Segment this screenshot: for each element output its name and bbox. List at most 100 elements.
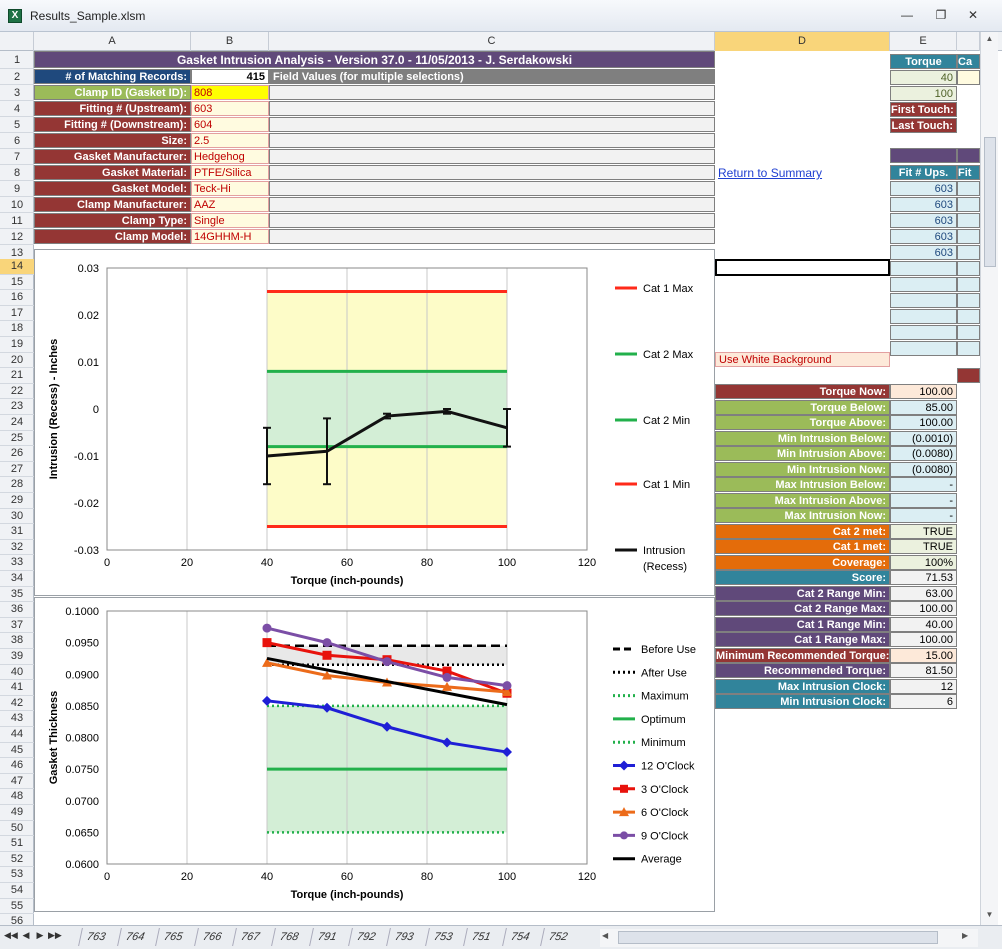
stat-value[interactable]: 71.53 bbox=[890, 570, 957, 585]
stat-value[interactable]: (0.0010) bbox=[890, 430, 957, 446]
field-value[interactable]: 2.5 bbox=[191, 133, 269, 148]
last-sheet-icon[interactable]: ▶▶ bbox=[48, 930, 62, 944]
field-value[interactable]: 14GHHM-H bbox=[191, 229, 269, 244]
row-header-40[interactable]: 40 bbox=[0, 665, 34, 681]
row-header-26[interactable]: 26 bbox=[0, 446, 34, 462]
row-header-37[interactable]: 37 bbox=[0, 618, 34, 634]
fit-ups-value[interactable]: 603 bbox=[890, 213, 957, 228]
row-header-53[interactable]: 53 bbox=[0, 867, 34, 883]
fit-value-2[interactable] bbox=[957, 213, 980, 228]
sheet-tab-768[interactable]: 768 bbox=[270, 928, 306, 946]
row-header-23[interactable]: 23 bbox=[0, 399, 34, 415]
fit-empty-2[interactable] bbox=[957, 293, 980, 308]
row-header-16[interactable]: 16 bbox=[0, 290, 34, 306]
sheet-tab-792[interactable]: 792 bbox=[347, 928, 383, 946]
row-header-48[interactable]: 48 bbox=[0, 789, 34, 805]
fit-ups-value[interactable]: 603 bbox=[890, 245, 957, 260]
fit-ups-value[interactable]: 603 bbox=[890, 229, 957, 244]
stat-value[interactable]: 15.00 bbox=[890, 647, 957, 663]
torque-min-value[interactable]: 40 bbox=[890, 70, 957, 85]
thickness-chart[interactable]: 0 20 40 60 80 100 120 0.1000 0.0950 0.0900 0.0850 0… bbox=[34, 597, 715, 912]
first-sheet-icon[interactable]: ◀◀ bbox=[4, 930, 18, 944]
stat-value[interactable]: 6 bbox=[890, 694, 957, 709]
scroll-right-icon[interactable]: ▶ bbox=[962, 931, 974, 943]
row-header-51[interactable]: 51 bbox=[0, 836, 34, 852]
row-header-10[interactable]: 10 bbox=[0, 197, 34, 213]
stat-value[interactable]: - bbox=[890, 508, 957, 523]
row-header-41[interactable]: 41 bbox=[0, 680, 34, 696]
field-multi-values[interactable] bbox=[269, 181, 715, 196]
sheet-tab-754[interactable]: 754 bbox=[501, 928, 537, 946]
row-header-8[interactable]: 8 bbox=[0, 165, 34, 181]
sheet-tab-766[interactable]: 766 bbox=[193, 928, 229, 946]
column-header-a[interactable]: A bbox=[34, 32, 191, 51]
horizontal-scrollbar[interactable]: ◀ ▶ bbox=[600, 929, 978, 947]
row-header-49[interactable]: 49 bbox=[0, 805, 34, 821]
field-value[interactable]: 603 bbox=[191, 101, 269, 116]
stat-value[interactable]: (0.0080) bbox=[890, 461, 957, 477]
extra-cell[interactable] bbox=[957, 70, 980, 85]
fit-ups-value[interactable]: 603 bbox=[890, 181, 957, 196]
sheet-tab-791[interactable]: 791 bbox=[309, 928, 345, 946]
column-header-b[interactable]: B bbox=[191, 32, 269, 51]
sheet-tab-793[interactable]: 793 bbox=[386, 928, 422, 946]
row-header-30[interactable]: 30 bbox=[0, 509, 34, 525]
row-header-33[interactable]: 33 bbox=[0, 555, 34, 571]
stat-value[interactable]: 100.00 bbox=[890, 384, 957, 399]
field-value[interactable]: 808 bbox=[191, 85, 269, 100]
field-multi-values[interactable] bbox=[269, 149, 715, 164]
fit-empty-2[interactable] bbox=[957, 261, 980, 276]
stat-value[interactable]: 63.00 bbox=[890, 585, 957, 601]
return-to-summary-link[interactable]: Return to Summary bbox=[718, 166, 822, 180]
field-multi-values[interactable] bbox=[269, 117, 715, 132]
column-header-d[interactable]: D bbox=[715, 32, 890, 51]
fit-value-2[interactable] bbox=[957, 245, 980, 260]
torque-max-value[interactable]: 100 bbox=[890, 86, 957, 101]
intrusion-chart[interactable]: 0 20 40 60 80 100 120 0.03 0.02 0.01 0 -0.01 -0.02 -0… bbox=[34, 249, 715, 596]
sheet-tab-763[interactable]: 763 bbox=[78, 928, 114, 946]
vertical-scroll-thumb[interactable] bbox=[984, 137, 996, 267]
field-value[interactable]: AAZ bbox=[191, 197, 269, 212]
row-header-18[interactable]: 18 bbox=[0, 321, 34, 337]
white-background-option[interactable]: Use White Background bbox=[715, 352, 890, 367]
horizontal-scroll-thumb[interactable] bbox=[618, 931, 938, 944]
fit-value-2[interactable] bbox=[957, 229, 980, 244]
field-value[interactable]: Single bbox=[191, 213, 269, 228]
scroll-up-icon[interactable]: ▲ bbox=[983, 34, 996, 46]
field-value[interactable]: Teck-Hi bbox=[191, 181, 269, 196]
sheet-tab-767[interactable]: 767 bbox=[232, 928, 268, 946]
sheet-tab-765[interactable]: 765 bbox=[155, 928, 191, 946]
fit-empty-2[interactable] bbox=[957, 277, 980, 292]
row-header-36[interactable]: 36 bbox=[0, 602, 34, 618]
row-header-15[interactable]: 15 bbox=[0, 275, 34, 291]
field-multi-values[interactable] bbox=[269, 101, 715, 116]
row-header-21[interactable]: 21 bbox=[0, 368, 34, 384]
close-button[interactable]: ✕ bbox=[962, 6, 984, 24]
row-header-11[interactable]: 11 bbox=[0, 213, 34, 229]
sheet-tab-764[interactable]: 764 bbox=[116, 928, 152, 946]
stat-value[interactable]: TRUE bbox=[890, 523, 957, 539]
row-header-46[interactable]: 46 bbox=[0, 758, 34, 774]
row-header-50[interactable]: 50 bbox=[0, 821, 34, 837]
row-header-28[interactable]: 28 bbox=[0, 477, 34, 493]
select-all-corner[interactable] bbox=[0, 32, 34, 51]
sheet-tab-752[interactable]: 752 bbox=[540, 928, 576, 946]
field-value[interactable]: 604 bbox=[191, 117, 269, 132]
row-header-38[interactable]: 38 bbox=[0, 633, 34, 649]
row-header-17[interactable]: 17 bbox=[0, 306, 34, 322]
fit-value-2[interactable] bbox=[957, 197, 980, 212]
field-multi-values[interactable] bbox=[269, 165, 715, 180]
row-header-24[interactable]: 24 bbox=[0, 415, 34, 431]
fit-empty[interactable] bbox=[890, 341, 957, 356]
row-header-32[interactable]: 32 bbox=[0, 540, 34, 556]
stat-value[interactable]: (0.0080) bbox=[890, 446, 957, 461]
stat-value[interactable]: 100.00 bbox=[890, 632, 957, 647]
row-header-19[interactable]: 19 bbox=[0, 337, 34, 353]
field-value[interactable]: PTFE/Silica bbox=[191, 165, 269, 180]
stat-value[interactable]: TRUE bbox=[890, 539, 957, 554]
stat-value[interactable]: 85.00 bbox=[890, 399, 957, 415]
field-multi-values[interactable] bbox=[269, 213, 715, 228]
row-header-4[interactable]: 4 bbox=[0, 101, 34, 117]
field-multi-values[interactable] bbox=[269, 197, 715, 212]
row-header-45[interactable]: 45 bbox=[0, 743, 34, 759]
